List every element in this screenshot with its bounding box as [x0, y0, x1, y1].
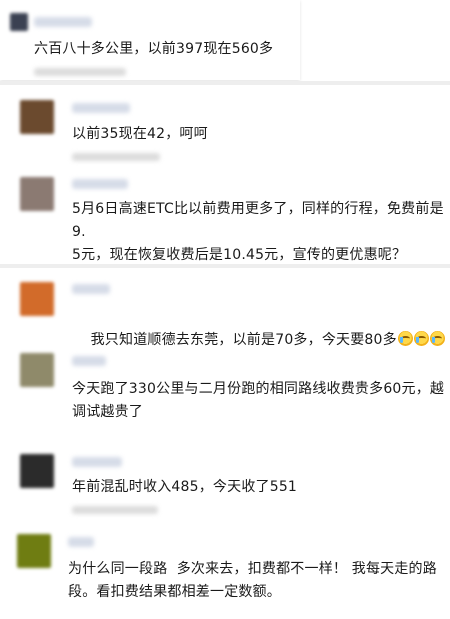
timestamp	[72, 506, 158, 514]
avatar[interactable]	[10, 13, 28, 31]
username[interactable]	[72, 356, 106, 366]
username[interactable]	[68, 537, 94, 547]
comment-text: 以前35现在42，呵呵	[72, 126, 208, 142]
crying-face-icon	[397, 331, 413, 346]
comment-text-body: 我只知道顺德去东莞，以前是70多，今天要80多	[90, 332, 397, 348]
avatar[interactable]	[20, 177, 54, 211]
comment-text: 年前混乱时收入485，今天收了551	[72, 479, 298, 495]
avatar[interactable]	[20, 100, 54, 134]
comment-card: 我只知道顺德去东莞，以前是70多，今天要80多 今天跑了330公里与二月份跑的相…	[0, 270, 450, 619]
username[interactable]	[72, 179, 128, 189]
section-divider	[0, 264, 450, 268]
comment-card: 以前35现在42，呵呵 5月6日高速ETC比以前费用更多了，同样的行程，免费前是…	[0, 85, 450, 263]
avatar[interactable]	[20, 353, 54, 387]
username[interactable]	[72, 284, 110, 294]
comment-card: 六百八十多公里，以前397现在560多	[0, 0, 300, 80]
comment-text: 5月6日高速ETC比以前费用更多了，同样的行程，免费前是9. 5元，现在恢复收费…	[72, 201, 444, 263]
crying-face-icon	[413, 331, 429, 346]
username[interactable]	[34, 17, 92, 27]
username[interactable]	[72, 103, 130, 113]
comment-text: 六百八十多公里，以前397现在560多	[34, 41, 274, 57]
comment-text: 今天跑了330公里与二月份跑的相同路线收费贵多60元，越 调试越贵了	[72, 381, 445, 420]
avatar[interactable]	[17, 534, 51, 568]
timestamp	[72, 153, 160, 161]
comment-text: 我只知道顺德去东莞，以前是70多，今天要80多	[72, 306, 445, 375]
avatar[interactable]	[20, 454, 54, 488]
comment-text: 为什么同一段路 多次来去，扣费都不一样！ 我每天走的路 段。看扣费结果都相差一定…	[68, 561, 437, 600]
crying-face-icon	[429, 331, 445, 346]
avatar[interactable]	[20, 282, 54, 316]
username[interactable]	[72, 457, 122, 467]
timestamp	[34, 68, 126, 76]
